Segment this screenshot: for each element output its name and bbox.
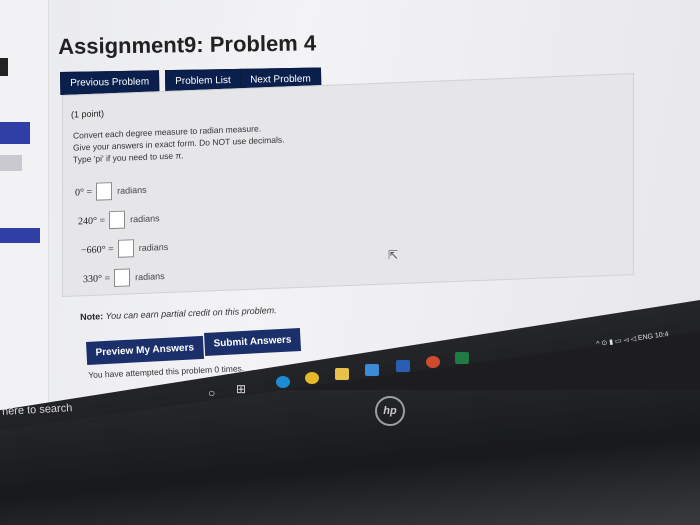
sidebar-item-active[interactable] <box>0 122 30 144</box>
unit-label: radians <box>135 271 165 283</box>
problem-instructions: Convert each degree measure to radian me… <box>73 121 284 165</box>
edge-icon[interactable] <box>276 376 290 388</box>
answer-input[interactable] <box>96 182 113 201</box>
question-row: 330° = radians <box>83 267 165 288</box>
degree-label: 240° = <box>78 214 106 227</box>
answer-input[interactable] <box>114 268 131 287</box>
mouse-cursor-icon: ⇱ <box>388 248 399 262</box>
point-value: (1 point) <box>71 108 105 120</box>
cortana-icon[interactable]: ○ <box>208 386 215 400</box>
sidebar-item-selected[interactable] <box>0 228 40 243</box>
store-icon[interactable] <box>365 364 379 376</box>
note-label: Note: <box>80 311 104 322</box>
powerpoint-icon[interactable] <box>426 356 440 368</box>
hp-logo: hp <box>375 396 405 426</box>
task-view-icon[interactable]: ⊞ <box>236 382 246 396</box>
left-sidebar <box>0 0 49 410</box>
sidebar-item[interactable] <box>0 155 22 171</box>
sidebar-marker <box>0 58 8 76</box>
tray-time: 10:4 <box>654 330 670 340</box>
file-explorer-icon[interactable] <box>335 368 349 380</box>
degree-label: 0° = <box>75 186 93 199</box>
question-row: 240° = radians <box>78 209 160 230</box>
answer-input[interactable] <box>109 210 126 230</box>
submit-answers-button[interactable]: Submit Answers <box>204 327 302 356</box>
partial-credit-note: Note: You can earn partial credit on thi… <box>80 305 277 322</box>
answer-input[interactable] <box>117 239 134 258</box>
unit-label: radians <box>138 241 169 254</box>
preview-answers-button[interactable]: Preview My Answers <box>86 335 204 365</box>
question-row: 0° = radians <box>75 181 147 202</box>
degree-label: 330° = <box>83 272 111 285</box>
question-row: −660° = radians <box>81 238 168 259</box>
word-icon[interactable] <box>396 360 410 372</box>
note-text: You can earn partial credit on this prob… <box>105 305 277 322</box>
degree-label: −660° = <box>81 243 114 256</box>
unit-label: radians <box>117 184 147 196</box>
unit-label: radians <box>130 213 160 225</box>
page-title: Assignment9: Problem 4 <box>58 30 317 59</box>
excel-icon[interactable] <box>455 352 469 364</box>
chrome-icon[interactable] <box>305 372 319 384</box>
problem-panel: (1 point) Convert each degree measure to… <box>62 73 634 298</box>
tray-language: ENG <box>637 333 654 343</box>
